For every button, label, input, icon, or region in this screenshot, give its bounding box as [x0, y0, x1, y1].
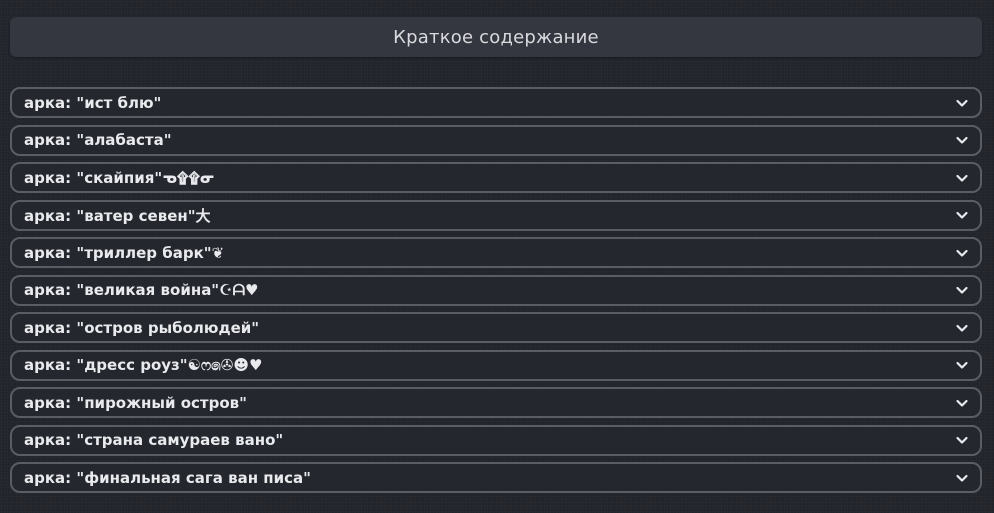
- arc-item-skypiea[interactable]: арка: "скайпия"ᓀ۩۩ᓂ: [10, 162, 982, 193]
- arc-item-fishman-island[interactable]: арка: "остров рыболюдей": [10, 312, 982, 343]
- chevron-down-icon[interactable]: [954, 432, 970, 448]
- chevron-down-icon[interactable]: [954, 282, 970, 298]
- arc-item-label: арка: "страна самураев вано": [24, 431, 284, 449]
- arc-item-wano-country[interactable]: арка: "страна самураев вано": [10, 424, 982, 456]
- chevron-down-icon[interactable]: [954, 245, 970, 261]
- arc-item-label: арка: "ватер севен"大: [24, 206, 211, 225]
- arc-item-dressrosa[interactable]: арка: "дресс роуз"☯ෆ෧✇☻♥: [10, 349, 982, 381]
- arc-item-water-seven[interactable]: арка: "ватер севен"大: [10, 199, 982, 231]
- arc-item-great-war[interactable]: арка: "великая война"☪ᗩ♥: [10, 274, 982, 306]
- arc-item-label: арка: "ист блю": [24, 93, 162, 112]
- arc-item-final-saga[interactable]: арка: "финальная сага ван писа": [10, 462, 982, 493]
- arc-item-thriller-bark[interactable]: арка: "триллер барк"❦: [10, 237, 982, 268]
- arc-item-label: арка: "великая война"☪ᗩ♥: [24, 281, 259, 299]
- summary-title: Краткое содержание: [393, 26, 599, 48]
- arc-item-label: арка: "алабаста": [24, 131, 172, 149]
- arc-item-whole-cake-island[interactable]: арка: "пирожный остров": [10, 387, 982, 418]
- arc-item-alabasta[interactable]: арка: "алабаста": [10, 124, 982, 156]
- arc-list: арка: "ист блю" арка: "алабаста" арка: "…: [10, 87, 982, 500]
- arc-item-label: арка: "дресс роуз"☯ෆ෧✇☻♥: [24, 356, 263, 374]
- chevron-down-icon[interactable]: [954, 395, 970, 411]
- arc-item-label: арка: "финальная сага ван писа": [24, 468, 311, 487]
- arc-item-label: арка: "пирожный остров": [24, 393, 247, 412]
- arc-item-east-blue[interactable]: арка: "ист блю": [10, 87, 982, 118]
- chevron-down-icon[interactable]: [954, 132, 970, 148]
- chevron-down-icon[interactable]: [954, 170, 970, 186]
- chevron-down-icon[interactable]: [954, 470, 970, 486]
- chevron-down-icon[interactable]: [954, 207, 970, 223]
- chevron-down-icon[interactable]: [954, 357, 970, 373]
- arc-item-label: арка: "скайпия"ᓀ۩۩ᓂ: [24, 168, 215, 187]
- summary-header[interactable]: Краткое содержание: [10, 17, 982, 57]
- arc-item-label: арка: "триллер барк"❦: [24, 243, 225, 262]
- chevron-down-icon[interactable]: [954, 320, 970, 336]
- chevron-down-icon[interactable]: [954, 95, 970, 111]
- arc-item-label: арка: "остров рыболюдей": [24, 318, 260, 337]
